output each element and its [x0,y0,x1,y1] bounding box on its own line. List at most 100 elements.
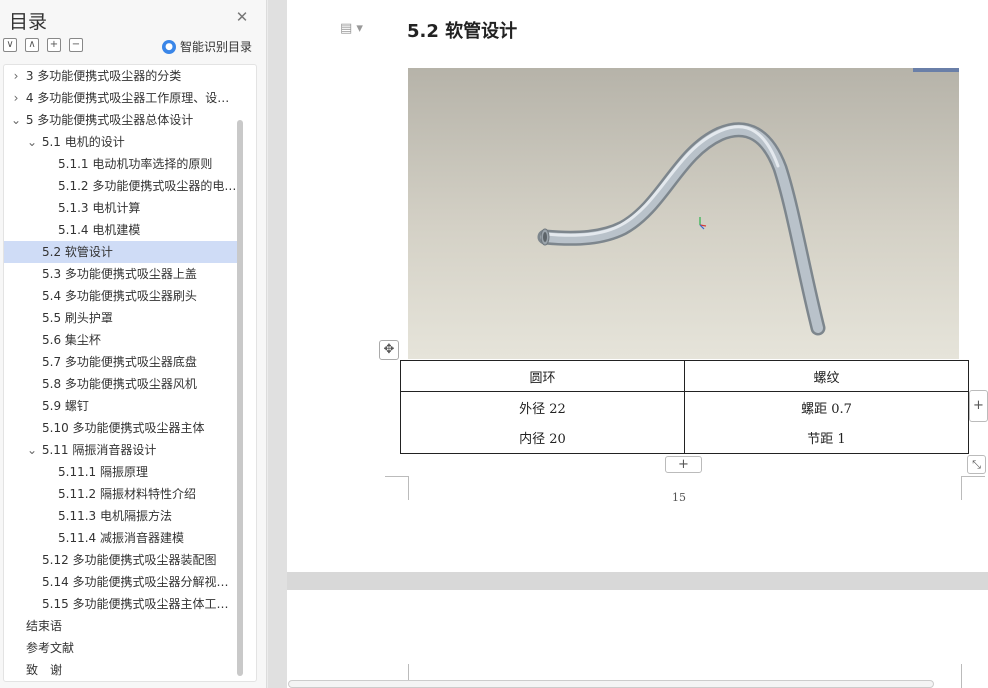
toc-item-label: 4 多功能便携式吸尘器工作原理、设计要求 [25,91,240,105]
toc-item-label: 5.1.3 电机计算 [58,201,141,215]
toc-item-label: 5.11.4 减振消音器建模 [58,531,184,545]
toc-item[interactable]: ⌄ 5 多功能便携式吸尘器总体设计 [4,109,240,131]
toc-item-label: 5.1.1 电动机功率选择的原则 [58,157,213,171]
toc-item[interactable]: 5.5 刷头护罩 [4,307,240,329]
toc-toolbar: ∨ ∧ + − [3,38,83,54]
table-row: 内径 20 节距 1 [400,422,969,454]
toc-item-label: 5.14 多功能便携式吸尘器分解视图设计 [42,575,240,589]
toc-item[interactable]: 5.12 多功能便携式吸尘器装配图 [4,549,240,571]
toc-item-label: 参考文献 [26,641,75,655]
toc-item[interactable]: 5.6 集尘杯 [4,329,240,351]
add-column-button[interactable]: + [969,390,988,422]
toc-item[interactable]: ⌄ 5.1 电机的设计 [4,131,240,153]
chevron-right-icon[interactable]: › [10,87,22,109]
toc-item[interactable]: 5.3 多功能便携式吸尘器上盖 [4,263,240,285]
toc-item-label: 5.9 螺钉 [42,399,89,413]
page-number: 15 [672,491,686,504]
toc-item[interactable]: 5.11.1 隔振原理 [4,461,240,483]
margin-corner-mark [961,664,985,688]
toc-item-label: 5.12 多功能便携式吸尘器装配图 [42,553,217,567]
add-heading-button[interactable]: + [47,38,61,52]
table-row: 圆环 螺纹 [400,360,969,392]
table-cell[interactable]: 圆环 [400,360,685,392]
table-row: 外径 22 螺距 0.7 [400,391,969,423]
ai-icon: ● [162,39,176,54]
toc-item[interactable]: 5.15 多功能便携式吸尘器主体工程图 [4,593,240,615]
toc-sidebar: 目录 ✕ ∨ ∧ + − ● 智能识别目录 › 3 多功能便携式吸尘器的分类 › … [0,0,267,688]
horizontal-scrollbar[interactable] [288,680,934,688]
expand-all-button[interactable]: ∧ [25,38,39,52]
margin-corner-mark [385,476,409,500]
smart-toc-button[interactable]: ● 智能识别目录 [162,38,252,55]
toc-item-label: 致 谢 [26,663,63,677]
collapse-all-button[interactable]: ∨ [3,38,17,52]
chevron-down-icon[interactable]: ⌄ [26,131,38,153]
toc-item-label: 5.5 刷头护罩 [42,311,113,325]
toc-item-label: 结束语 [26,619,63,633]
toc-item-label: 3 多功能便携式吸尘器的分类 [25,69,182,83]
toc-item-label: 5.1 电机的设计 [41,135,125,149]
toc-item[interactable]: › 3 多功能便携式吸尘器的分类 [4,65,240,87]
toc-item-label: 5.7 多功能便携式吸尘器底盘 [42,355,197,369]
toc-item[interactable]: 5.8 多功能便携式吸尘器风机 [4,373,240,395]
toc-item-label: 5.10 多功能便携式吸尘器主体 [42,421,205,435]
table-move-handle[interactable]: ✥ [379,340,399,360]
toc-item[interactable]: 5.11.2 隔振材料特性介绍 [4,483,240,505]
toc-item-label: 5 多功能便携式吸尘器总体设计 [25,113,194,127]
toc-item[interactable]: 5.1.4 电机建模 [4,219,240,241]
chevron-down-icon[interactable]: ⌄ [10,109,22,131]
chevron-right-icon[interactable]: › [10,65,22,87]
toc-item[interactable]: 5.1.3 电机计算 [4,197,240,219]
toc-item[interactable]: 5.11.4 减振消音器建模 [4,527,240,549]
paragraph-format-icon[interactable]: ▤ ▾ [340,21,363,36]
toc-item[interactable]: 5.9 螺钉 [4,395,240,417]
toc-item[interactable]: 参考文献 [4,637,240,659]
table-cell[interactable]: 节距 1 [684,422,969,454]
toc-item-label: 5.11.1 隔振原理 [58,465,148,479]
page-separator [287,572,988,590]
toc-item-label: 5.11 隔振消音器设计 [41,443,157,457]
toc-item[interactable]: 5.10 多功能便携式吸尘器主体 [4,417,240,439]
toc-item-label: 5.11.2 隔振材料特性介绍 [58,487,196,501]
table-cell[interactable]: 螺距 0.7 [684,391,969,423]
toc-item-label: 5.4 多功能便携式吸尘器刷头 [42,289,197,303]
toc-item-label: 5.6 集尘杯 [42,333,101,347]
toc-item[interactable]: 5.1.2 多功能便携式吸尘器的电机选择 [4,175,240,197]
toc-list: › 3 多功能便携式吸尘器的分类 › 4 多功能便携式吸尘器工作原理、设计要求 ⌄ … [3,64,257,682]
toc-item-label: 5.8 多功能便携式吸尘器风机 [42,377,197,391]
toc-item[interactable]: 结束语 [4,615,240,637]
toc-item-label: 5.2 软管设计 [42,245,113,259]
resize-table-icon[interactable]: ⤡ [967,455,986,474]
table-cell[interactable]: 外径 22 [400,391,685,423]
toc-item[interactable]: 5.2 软管设计 [4,241,240,263]
hose-3d-render [537,122,826,336]
toc-title: 目录 [9,11,48,33]
hose-spec-table: 圆环 螺纹 外径 22 螺距 0.7 内径 20 节距 1 [400,360,969,454]
toc-item[interactable]: 致 谢 [4,659,240,681]
toc-item-label: 5.11.3 电机隔振方法 [58,509,172,523]
toc-scrollbar[interactable] [237,120,243,676]
toc-item-label: 5.3 多功能便携式吸尘器上盖 [42,267,197,281]
table-cell[interactable]: 内径 20 [400,422,685,454]
toc-item[interactable]: › 4 多功能便携式吸尘器工作原理、设计要求 [4,87,240,109]
toc-item[interactable]: 5.4 多功能便携式吸尘器刷头 [4,285,240,307]
axis-triad-icon [699,217,707,230]
toc-item[interactable]: 5.1.1 电动机功率选择的原则 [4,153,240,175]
remove-heading-button[interactable]: − [69,38,83,52]
close-icon[interactable]: ✕ [235,10,249,25]
table-cell[interactable]: 螺纹 [684,360,969,392]
toc-item-label: 5.1.4 电机建模 [58,223,141,237]
toc-item[interactable]: 5.7 多功能便携式吸尘器底盘 [4,351,240,373]
toc-item-label: 5.1.2 多功能便携式吸尘器的电机选择 [58,179,240,193]
chevron-down-icon[interactable]: ⌄ [26,439,38,461]
toc-item[interactable]: 5.14 多功能便携式吸尘器分解视图设计 [4,571,240,593]
add-row-button[interactable]: + [665,456,702,473]
hose-model-image[interactable] [408,68,959,359]
toc-item[interactable]: ⌄ 5.11 隔振消音器设计 [4,439,240,461]
section-heading: 5.2 软管设计 [407,21,518,42]
render-toolbar-mark [913,68,959,72]
toc-item-label: 5.15 多功能便携式吸尘器主体工程图 [42,597,240,611]
smart-toc-label: 智能识别目录 [180,40,253,54]
toc-item[interactable]: 5.11.3 电机隔振方法 [4,505,240,527]
margin-corner-mark [961,476,985,500]
